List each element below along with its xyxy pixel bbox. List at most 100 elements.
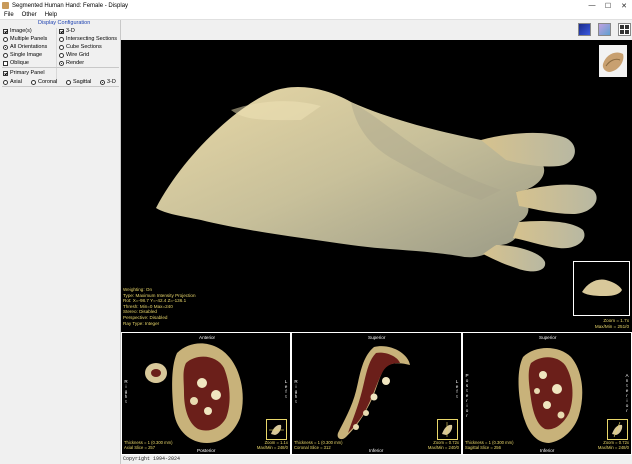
divider: [2, 67, 119, 68]
radio-indicator[interactable]: [3, 44, 8, 50]
axial-thumbnail[interactable]: [266, 419, 287, 440]
coronal-slice: Coronal Slice = 312: [294, 445, 331, 450]
axial-slice-image: [145, 343, 243, 443]
overview-thumbnail[interactable]: [573, 261, 630, 316]
option-label: Primary Panel: [10, 70, 45, 76]
orthogonal-views: Anterior Posterior Right Left Thickness …: [121, 332, 632, 455]
sagittal-slice: Sagittal Slice = 256: [465, 445, 501, 450]
copyright-text: Copyright 1994-2024: [123, 456, 181, 462]
coronal-zoom-info: Zoom = 0.72x Max/Min = 240/0: [428, 440, 459, 450]
sagittal-slice-image: [518, 348, 583, 443]
view-axial-radio[interactable]: Axial: [3, 79, 22, 85]
coronal-slice-image: [337, 346, 410, 440]
view-sagittal-radio[interactable]: Sagittal: [66, 79, 91, 85]
orientation-cube-icon[interactable]: [598, 44, 628, 78]
radio-indicator[interactable]: [66, 79, 71, 85]
render-radio[interactable]: Render: [59, 60, 84, 66]
option-label: Sagittal: [73, 79, 92, 85]
wire-grid-radio[interactable]: Wire Grid: [59, 52, 89, 58]
sagittal-thumbnail[interactable]: [607, 419, 628, 440]
checkbox-indicator[interactable]: [3, 28, 8, 34]
radio-indicator[interactable]: [59, 44, 64, 50]
menu-other[interactable]: Other: [18, 12, 41, 18]
multiple-panels-radio[interactable]: Multiple Panels: [3, 36, 47, 42]
axial-left-label: Right: [124, 379, 128, 404]
layout-icon[interactable]: [598, 23, 611, 36]
checkbox-indicator[interactable]: [3, 70, 8, 76]
display-configuration-panel: Display Configuration Image(s) Multiple …: [0, 20, 121, 464]
coronal-maxmin: Max/Min = 240/0: [427, 445, 459, 450]
sagittal-info: Thickness = 1 (0.300 mm) Sagittal Slice …: [465, 440, 514, 450]
info-rotation: Rot: X=-98.7 Y=-42.4 Z=-136.1: [123, 298, 187, 304]
render-info: Weighting: On Type: Maximum Intensity Pr…: [123, 287, 196, 326]
all-orientations-radio[interactable]: All Orientations: [3, 44, 47, 50]
radio-indicator[interactable]: [31, 79, 36, 85]
coronal-view[interactable]: Superior Inferior Right Left Thickness =…: [291, 332, 462, 455]
intersecting-sections-radio[interactable]: Intersecting Sections: [59, 36, 117, 42]
option-label: Wire Grid: [66, 52, 90, 58]
axial-right-label: Left: [284, 379, 288, 399]
option-label: Intersecting Sections: [66, 36, 118, 42]
axial-slice: Axial Slice = 257: [124, 445, 156, 450]
info-ray-type: Ray Type: Integer: [123, 320, 160, 326]
divider: [2, 86, 119, 87]
group-title: Display Configuration: [38, 20, 91, 26]
checkbox-indicator[interactable]: [59, 28, 64, 34]
checkbox-indicator[interactable]: [3, 60, 8, 66]
radio-indicator[interactable]: [3, 36, 8, 42]
view-3d-radio[interactable]: 3-D: [100, 79, 116, 85]
radio-indicator[interactable]: [3, 79, 8, 85]
view-coronal-radio[interactable]: Coronal: [31, 79, 57, 85]
window-title: Segmented Human Hand: Female - Display: [12, 2, 129, 9]
option-label: 3-D: [66, 28, 75, 34]
axial-top-label: Anterior: [199, 335, 216, 340]
sagittal-maxmin: Max/Min = 248/0: [597, 445, 629, 450]
menu-help[interactable]: Help: [41, 12, 61, 18]
close-button[interactable]: ✕: [616, 0, 632, 11]
radio-indicator[interactable]: [59, 36, 64, 42]
radio-indicator[interactable]: [3, 52, 8, 58]
coronal-bottom-label: Inferior: [369, 448, 384, 453]
option-label: Coronal: [38, 79, 58, 85]
sagittal-zoom-info: Zoom = 0.72x Max/Min = 248/0: [598, 440, 629, 450]
3d-checkbox[interactable]: 3-D: [59, 28, 75, 34]
coronal-thumbnail[interactable]: [437, 419, 458, 440]
render-3d-view[interactable]: Weighting: On Type: Maximum Intensity Pr…: [121, 40, 632, 332]
option-label: Axial: [10, 79, 22, 85]
axial-view[interactable]: Anterior Posterior Right Left Thickness …: [121, 332, 291, 455]
option-label: Single Image: [10, 52, 43, 58]
option-label: Multiple Panels: [10, 36, 48, 42]
axial-zoom-info: Zoom = 1.1x Max/Min = 248/0: [257, 440, 288, 450]
option-label: Oblique: [10, 60, 29, 66]
maximize-button[interactable]: ☐: [600, 0, 616, 11]
single-image-radio[interactable]: Single Image: [3, 52, 42, 58]
axial-bottom-label: Posterior: [197, 448, 216, 453]
menu-bar: File Other Help: [0, 11, 632, 20]
main-maxmin: Max/Min = 251/0: [594, 323, 629, 329]
option-label: All Orientations: [10, 44, 48, 50]
display-monitor-icon[interactable]: [578, 23, 591, 36]
radio-indicator[interactable]: [59, 60, 64, 66]
option-label: Image(s): [10, 28, 32, 34]
app-window: Segmented Human Hand: Female - Display —…: [0, 0, 632, 464]
app-icon: [2, 2, 9, 9]
sagittal-right-label: Anterior: [625, 373, 629, 413]
coronal-left-label: Right: [294, 379, 298, 404]
sagittal-left-label: Posterior: [465, 373, 469, 418]
oblique-checkbox[interactable]: Oblique: [3, 60, 29, 66]
images-checkbox[interactable]: Image(s): [3, 28, 32, 34]
primary-panel-checkbox[interactable]: Primary Panel: [3, 70, 45, 76]
hand-render-image: [156, 87, 597, 272]
menu-file[interactable]: File: [0, 12, 18, 18]
title-bar: Segmented Human Hand: Female - Display —…: [0, 0, 632, 11]
grid-icon[interactable]: [618, 23, 631, 36]
main-zoom-info: Zoom = 1.7x Max/Min = 251/0: [595, 318, 629, 329]
sagittal-view[interactable]: Superior Inferior Posterior Anterior Thi…: [462, 332, 632, 455]
radio-indicator[interactable]: [59, 52, 64, 58]
cube-sections-radio[interactable]: Cube Sections: [59, 44, 102, 50]
radio-indicator[interactable]: [100, 79, 105, 85]
column-divider: [56, 28, 57, 84]
option-label: Render: [66, 60, 85, 66]
option-label: 3-D: [107, 79, 116, 85]
minimize-button[interactable]: —: [584, 0, 600, 11]
